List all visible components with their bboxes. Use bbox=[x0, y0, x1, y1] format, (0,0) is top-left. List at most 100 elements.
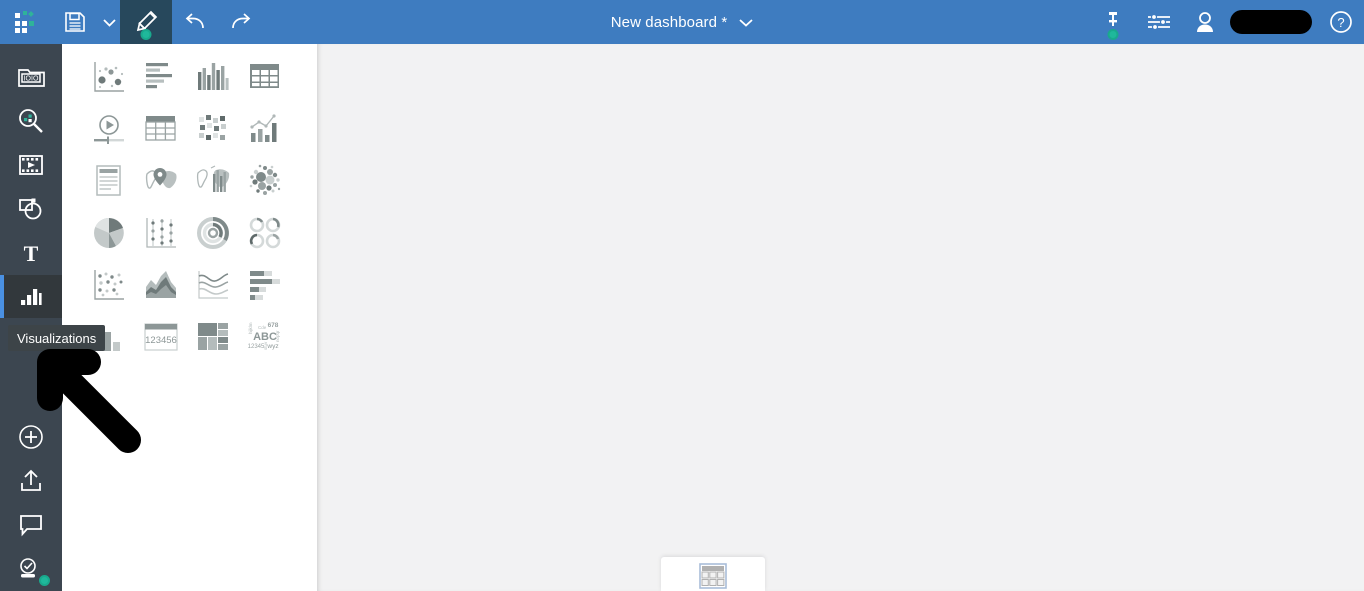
sidebar-item-export[interactable] bbox=[0, 459, 62, 503]
undo-icon bbox=[185, 13, 204, 29]
plus-circle-icon bbox=[19, 425, 43, 449]
settings-button[interactable] bbox=[1136, 0, 1182, 44]
viz-item-pivot-table[interactable] bbox=[135, 103, 187, 155]
sidebar-item-data[interactable]: IOIO bbox=[0, 55, 62, 98]
svg-text:IOIO: IOIO bbox=[24, 75, 39, 82]
treemap-icon bbox=[198, 323, 228, 350]
user-icon bbox=[1197, 12, 1213, 32]
dashboard-title-button[interactable]: New dashboard * bbox=[611, 14, 754, 31]
area-chart-icon bbox=[146, 271, 176, 298]
sidebar-item-media[interactable] bbox=[0, 143, 62, 186]
sidebar-item-comments[interactable] bbox=[0, 503, 62, 547]
viz-item-scatter-plot[interactable] bbox=[83, 259, 135, 311]
sidebar-item-analytics[interactable] bbox=[0, 99, 62, 142]
search-data-icon bbox=[19, 108, 43, 133]
sidebar-item-add[interactable] bbox=[0, 415, 62, 459]
text-icon: T bbox=[24, 241, 39, 265]
viz-item-radial-chart[interactable] bbox=[187, 207, 239, 259]
table-icon bbox=[250, 64, 279, 88]
viz-item-area-chart[interactable] bbox=[135, 259, 187, 311]
packed-bubbles-icon bbox=[249, 164, 281, 195]
viz-item-word-cloud[interactable]: ABC 678 12345 wyz hijklm Cde nopqr stuv bbox=[239, 311, 291, 363]
viz-item-dot-plot[interactable] bbox=[135, 207, 187, 259]
sidebar-item-text[interactable]: T bbox=[0, 231, 62, 274]
save-icon bbox=[65, 12, 85, 32]
viz-item-packed-bubbles[interactable] bbox=[239, 155, 291, 207]
shapes-icon bbox=[19, 198, 42, 219]
sidebar-item-approved[interactable] bbox=[0, 547, 62, 591]
svg-text:stuv: stuv bbox=[263, 341, 268, 350]
viz-item-heatmap[interactable] bbox=[187, 103, 239, 155]
horizontal-bar-icon bbox=[146, 63, 172, 89]
viz-item-map-3d[interactable] bbox=[187, 155, 239, 207]
viz-item-combo-chart[interactable] bbox=[239, 103, 291, 155]
svg-text:hijklm: hijklm bbox=[248, 322, 253, 334]
sidebar-top-group: IOIO T bbox=[0, 44, 62, 318]
bullet-chart-icon bbox=[250, 271, 280, 300]
line-chart-icon bbox=[198, 271, 229, 299]
save-button[interactable] bbox=[52, 0, 98, 44]
chevron-down-icon bbox=[102, 18, 116, 27]
question-circle-icon: ? bbox=[1330, 11, 1352, 33]
upload-icon bbox=[21, 469, 41, 491]
visualizations-panel: 123456 ABC 678 12345 wyz hijklm Cde nopq… bbox=[62, 44, 317, 591]
viz-item-pie-chart[interactable] bbox=[83, 207, 135, 259]
page-title: New dashboard * bbox=[610, 13, 728, 31]
map-3d-bars-icon bbox=[196, 165, 230, 192]
svg-text:?: ? bbox=[1337, 15, 1344, 30]
pin-status-dot bbox=[1107, 29, 1119, 40]
viz-item-number[interactable]: 123456 bbox=[135, 311, 187, 363]
number-kpi-icon: 123456 bbox=[144, 323, 178, 351]
combo-chart-icon bbox=[250, 114, 277, 142]
edit-button[interactable] bbox=[120, 0, 172, 44]
pin-button[interactable] bbox=[1090, 0, 1136, 44]
save-dropdown[interactable] bbox=[98, 0, 120, 44]
viz-item-treemap[interactable] bbox=[187, 311, 239, 363]
viz-item-map[interactable] bbox=[135, 155, 187, 207]
viz-item-bullet-chart[interactable] bbox=[239, 259, 291, 311]
viz-item-document[interactable] bbox=[83, 155, 135, 207]
bar-chart-icon bbox=[21, 288, 42, 305]
visualizations-tooltip: Visualizations bbox=[8, 325, 106, 351]
dot-plot-icon bbox=[146, 218, 176, 248]
app-logo[interactable] bbox=[0, 0, 52, 44]
viz-item-animation[interactable] bbox=[83, 103, 135, 155]
word-cloud-word-0: ABC bbox=[253, 331, 277, 343]
account-button[interactable] bbox=[1182, 0, 1228, 44]
viz-item-column-chart[interactable] bbox=[187, 51, 239, 103]
svg-text:Cde: Cde bbox=[258, 325, 267, 330]
dashboard-drop-card[interactable] bbox=[661, 557, 765, 591]
undo-button[interactable] bbox=[172, 0, 218, 44]
top-toolbar-right: ? bbox=[1090, 0, 1364, 44]
scatter-plot-icon bbox=[94, 270, 124, 300]
heatmap-icon bbox=[199, 115, 226, 140]
word-cloud-word-3: wyz bbox=[266, 343, 278, 350]
help-button[interactable]: ? bbox=[1318, 0, 1364, 44]
redo-icon bbox=[232, 13, 251, 29]
dashboard-canvas[interactable] bbox=[317, 44, 1364, 591]
pie-chart-icon bbox=[94, 218, 124, 248]
map-pin-icon bbox=[145, 168, 177, 189]
sliders-icon bbox=[1148, 13, 1170, 31]
viz-item-table[interactable] bbox=[239, 51, 291, 103]
username-redacted bbox=[1230, 10, 1312, 34]
viz-item-horizontal-bar[interactable] bbox=[135, 51, 187, 103]
viz-item-line-chart[interactable] bbox=[187, 259, 239, 311]
column-chart-icon bbox=[198, 63, 229, 90]
edit-status-dot bbox=[140, 29, 152, 40]
viz-item-gauges[interactable] bbox=[239, 207, 291, 259]
pivot-table-icon bbox=[145, 116, 176, 141]
viz-item-bubble-scatter[interactable] bbox=[83, 51, 135, 103]
app-root: New dashboard * ? IOIO T 123456 ABC 678 … bbox=[0, 0, 1364, 591]
word-cloud-word-1: 678 bbox=[268, 322, 279, 329]
top-toolbar: New dashboard * ? bbox=[0, 0, 1364, 44]
table-grid-icon bbox=[699, 563, 727, 589]
film-icon bbox=[19, 154, 43, 175]
sidebar-item-shapes[interactable] bbox=[0, 187, 62, 230]
redo-button[interactable] bbox=[218, 0, 264, 44]
svg-text:T: T bbox=[24, 241, 39, 265]
sidebar-item-visualizations[interactable] bbox=[0, 275, 62, 318]
radial-chart-icon bbox=[197, 217, 229, 249]
title-chevron-down-icon bbox=[739, 18, 753, 27]
comment-icon bbox=[20, 515, 42, 537]
